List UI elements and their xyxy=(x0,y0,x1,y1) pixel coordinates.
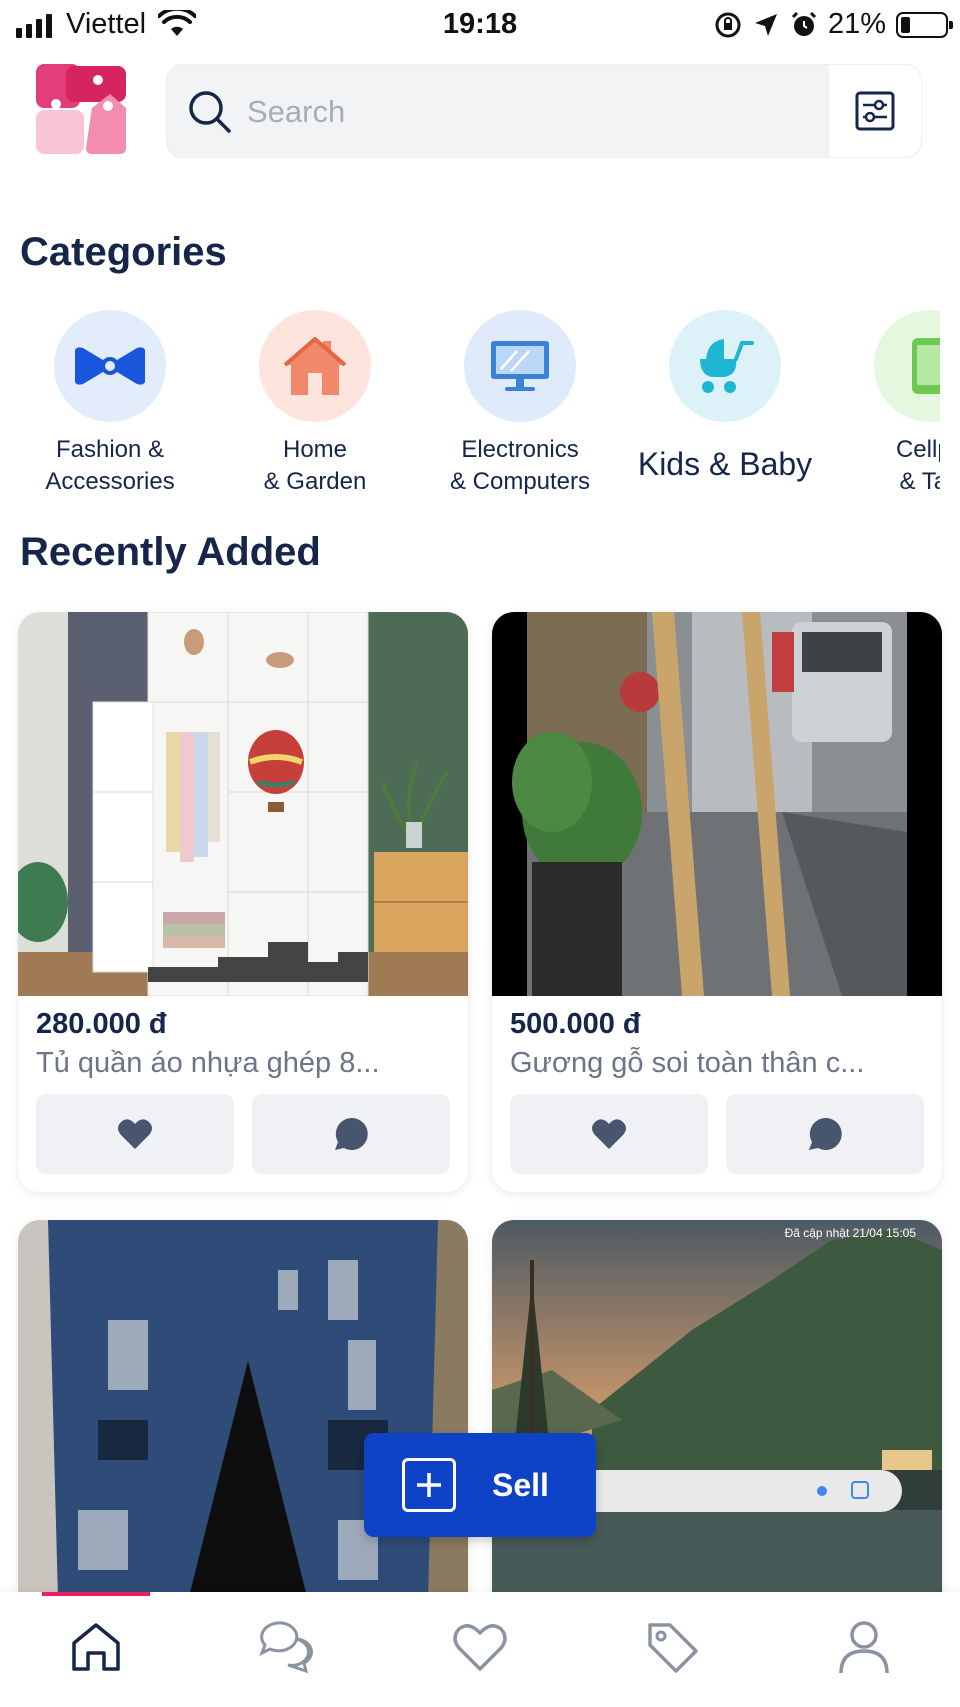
sell-button[interactable]: Sell xyxy=(364,1433,596,1537)
heart-icon xyxy=(453,1624,507,1671)
wardrobe-photo[interactable] xyxy=(18,612,468,996)
recently-added-heading: Recently Added xyxy=(20,530,321,574)
chat-bubble-icon xyxy=(335,1117,368,1150)
sell-label: Sell xyxy=(492,1466,549,1503)
product-price: 280.000 đ xyxy=(36,1008,167,1040)
like-button[interactable] xyxy=(36,1094,234,1174)
bottom-navigation xyxy=(0,1592,960,1707)
nav-home[interactable] xyxy=(56,1612,136,1682)
orientation-lock-icon xyxy=(715,12,741,37)
phone-icon xyxy=(912,338,940,394)
profile-icon xyxy=(839,1621,889,1674)
chat-bubble-icon xyxy=(809,1117,842,1150)
plus-square-icon xyxy=(402,1458,456,1512)
nav-profile[interactable] xyxy=(824,1612,904,1682)
active-tab-indicator xyxy=(42,1592,150,1596)
category-label: Home & Garden xyxy=(263,436,367,495)
product-price: 500.000 đ xyxy=(510,1008,641,1040)
category-label: Fashion & Accessories xyxy=(45,436,175,495)
search-input[interactable] xyxy=(247,83,787,141)
category-label: Kids & Baby xyxy=(637,446,813,482)
location-icon xyxy=(754,13,777,36)
message-button[interactable] xyxy=(252,1094,450,1174)
product-card[interactable] xyxy=(18,1220,468,1600)
product-card[interactable]: 500.000 đ Gương gỗ soi toàn thân c... xyxy=(492,612,942,1192)
nav-my-listings[interactable] xyxy=(632,1612,712,1682)
like-button[interactable] xyxy=(510,1094,708,1174)
search-icon xyxy=(189,91,231,133)
product-title: Tủ quần áo nhựa ghép 8... xyxy=(36,1047,380,1079)
heart-icon xyxy=(592,1119,626,1149)
filter-button[interactable] xyxy=(829,65,921,157)
category-fashion-accessories[interactable]: Fashion & Accessories xyxy=(10,310,210,498)
category-kids-baby[interactable]: Kids & Baby xyxy=(625,310,825,484)
category-label: Cellph & Tab xyxy=(895,436,940,495)
nav-chats[interactable] xyxy=(248,1612,328,1682)
battery-percent: 21% xyxy=(827,8,886,40)
categories-carousel[interactable]: Fashion & Accessories Home & Garden Elec… xyxy=(0,310,940,510)
landscape-phone-screenshot[interactable]: Đã cập nhật 21/04 15:05 xyxy=(492,1220,942,1600)
app-logo[interactable] xyxy=(36,64,132,160)
house-icon xyxy=(283,337,347,395)
chat-icon xyxy=(259,1621,313,1674)
nav-favorites[interactable] xyxy=(440,1612,520,1682)
battery-icon xyxy=(896,11,953,38)
heart-icon xyxy=(118,1119,152,1149)
sliders-icon xyxy=(855,91,895,131)
product-card[interactable]: Đã cập nhật 21/04 15:05 xyxy=(492,1220,942,1600)
category-label: Electronics & Computers xyxy=(449,436,591,495)
screenshot-overlay-text: Đã cập nhật 21/04 15:05 xyxy=(784,1226,916,1240)
alarm-icon xyxy=(791,11,817,36)
message-button[interactable] xyxy=(726,1094,924,1174)
bowtie-icon xyxy=(75,347,145,385)
product-card[interactable]: 280.000 đ Tủ quần áo nhựa ghép 8... xyxy=(18,612,468,1192)
category-cellphones-tablets[interactable]: Cellph & Tab xyxy=(830,310,940,498)
category-home-garden[interactable]: Home & Garden xyxy=(215,310,415,498)
category-electronics-computers[interactable]: Electronics & Computers xyxy=(420,310,620,498)
mirror-photo[interactable] xyxy=(492,612,942,996)
stroller-icon xyxy=(700,339,754,393)
categories-heading: Categories xyxy=(20,230,227,274)
search-bar xyxy=(166,64,922,158)
home-icon xyxy=(72,1623,120,1671)
product-title: Gương gỗ soi toàn thân c... xyxy=(510,1047,865,1079)
status-bar: Viettel 19:18 21% xyxy=(0,0,960,50)
tag-icon xyxy=(648,1623,698,1673)
jeans-photo[interactable] xyxy=(18,1220,468,1600)
monitor-icon xyxy=(491,341,549,391)
